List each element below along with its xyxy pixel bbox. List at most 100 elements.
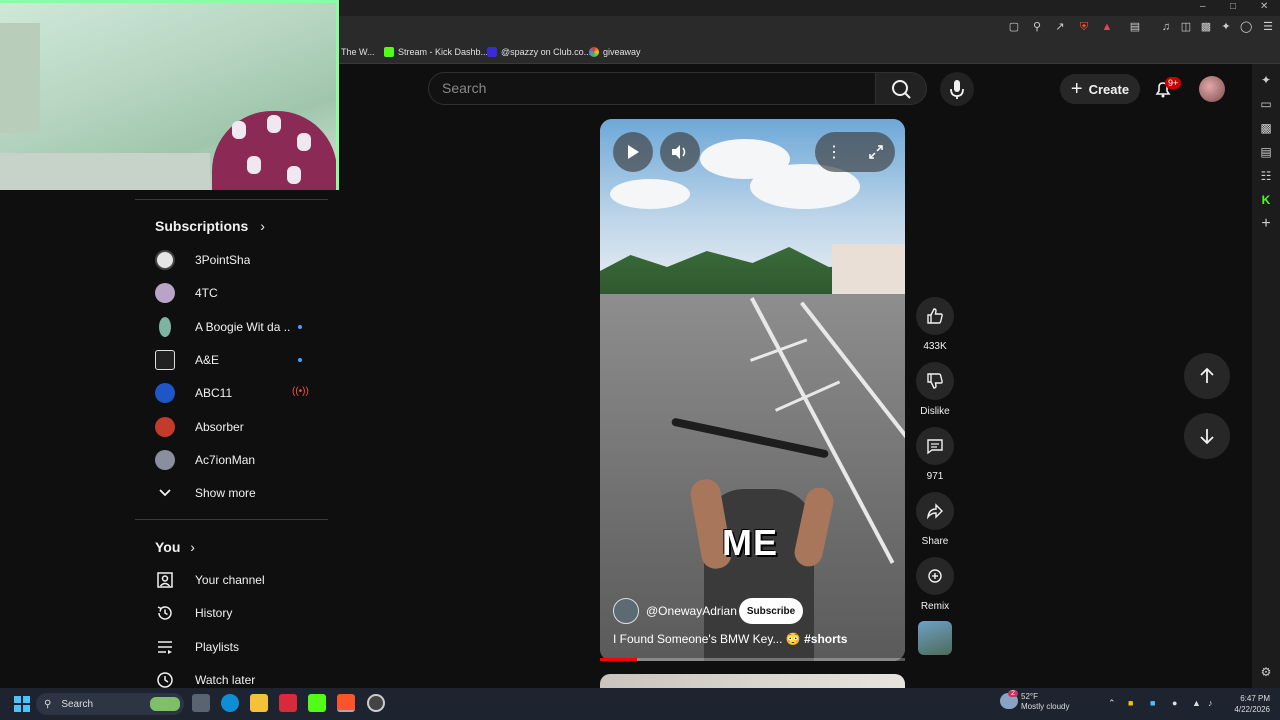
share-button[interactable] bbox=[916, 492, 954, 530]
nav-playlists[interactable]: Playlists bbox=[155, 635, 325, 659]
obs-icon[interactable] bbox=[367, 694, 385, 712]
hashtag-link[interactable]: #shorts bbox=[804, 632, 847, 646]
more-options-icon[interactable]: ⋮ bbox=[826, 142, 842, 162]
task-view-icon[interactable] bbox=[192, 694, 210, 712]
play-button[interactable] bbox=[613, 132, 653, 172]
sound-thumbnail[interactable] bbox=[918, 621, 952, 655]
taskbar-search[interactable]: ⚲ Search bbox=[36, 693, 184, 715]
leo-ai-icon[interactable]: ✦ bbox=[1258, 72, 1274, 88]
music-icon[interactable]: ♫ bbox=[1160, 21, 1172, 33]
sidebar-divider bbox=[135, 519, 328, 520]
kick-app-icon[interactable] bbox=[308, 694, 326, 712]
share-page-icon[interactable]: ↗ bbox=[1054, 21, 1066, 33]
subscription-item[interactable]: ABC11 ((•)) bbox=[155, 381, 325, 405]
bookmark-item[interactable]: The W... bbox=[341, 44, 375, 60]
short-video-player[interactable] bbox=[600, 119, 905, 661]
video-title[interactable]: I Found Someone's BMW Key... 😳 #shorts bbox=[613, 632, 847, 646]
maximize-button[interactable]: □ bbox=[1230, 1, 1236, 12]
brave-rewards-icon[interactable]: ▲ bbox=[1101, 21, 1113, 33]
progress-track[interactable] bbox=[600, 658, 905, 661]
create-button[interactable]: + Create bbox=[1060, 74, 1140, 104]
search-input[interactable] bbox=[428, 72, 876, 105]
kick-icon[interactable]: K bbox=[1258, 192, 1274, 208]
like-button[interactable] bbox=[916, 297, 954, 335]
subscribe-button[interactable]: Subscribe bbox=[739, 598, 803, 624]
weather-badge: 2 bbox=[1008, 690, 1018, 697]
minimize-button[interactable]: – bbox=[1200, 1, 1206, 12]
clock[interactable]: 6:47 PM 4/22/2026 bbox=[1226, 693, 1270, 715]
history-icon bbox=[155, 603, 175, 623]
reading-list-icon[interactable]: ☷ bbox=[1258, 168, 1274, 184]
cast-icon[interactable]: ▢ bbox=[1008, 21, 1020, 33]
plus-icon: + bbox=[1070, 78, 1083, 100]
bookmark-item[interactable]: Stream - Kick Dashb... bbox=[384, 44, 488, 60]
vpn-icon[interactable]: ◯ bbox=[1240, 21, 1252, 33]
next-short-preview[interactable] bbox=[600, 674, 905, 688]
tray-app-icon[interactable]: ■ bbox=[1150, 698, 1155, 708]
reader-icon[interactable]: ▤ bbox=[1129, 21, 1141, 33]
subscription-item[interactable]: 4TC bbox=[155, 281, 325, 305]
remix-button[interactable] bbox=[916, 557, 954, 595]
browser-sidebar: ✦ ▭ ▩ ▤ ☷ K + ⚙ bbox=[1252, 64, 1280, 688]
voice-search-button[interactable] bbox=[940, 72, 974, 106]
new-content-dot bbox=[298, 325, 302, 329]
tv-icon[interactable]: ▭ bbox=[1258, 96, 1274, 112]
account-avatar[interactable] bbox=[1199, 76, 1225, 102]
remix-label: Remix bbox=[920, 601, 950, 612]
leo-icon[interactable]: ✦ bbox=[1220, 21, 1232, 33]
sidebar-toggle-icon[interactable]: ◫ bbox=[1180, 21, 1192, 33]
dislike-button[interactable] bbox=[916, 362, 954, 400]
channel-avatar[interactable] bbox=[613, 598, 639, 624]
search-button[interactable] bbox=[875, 72, 927, 105]
tray-app-icon[interactable]: ■ bbox=[1128, 698, 1133, 708]
brave-shield-icon[interactable]: ⛨ bbox=[1078, 21, 1090, 33]
weather-widget[interactable]: 52°F Mostly cloudy bbox=[1021, 692, 1069, 712]
channel-avatar bbox=[155, 383, 175, 403]
settings-gear-icon[interactable]: ⚙ bbox=[1258, 664, 1274, 680]
channel-avatar bbox=[155, 417, 175, 437]
subscription-item[interactable]: 3PointSha bbox=[155, 248, 325, 272]
mic-tray-icon[interactable]: ● bbox=[1172, 698, 1177, 708]
previous-short-button[interactable] bbox=[1184, 353, 1230, 399]
kick-icon bbox=[384, 47, 394, 57]
menu-icon[interactable]: ☰ bbox=[1262, 21, 1274, 33]
chevron-up-icon[interactable]: ⌃ bbox=[1108, 698, 1116, 709]
next-short-button[interactable] bbox=[1184, 413, 1230, 459]
comments-button[interactable] bbox=[916, 427, 954, 465]
new-content-dot bbox=[298, 358, 302, 362]
bookmark-item[interactable]: giveaway bbox=[589, 44, 641, 60]
live-icon: ((•)) bbox=[292, 386, 309, 397]
player-controls: ⋮ bbox=[815, 132, 895, 172]
volume-button[interactable] bbox=[660, 132, 700, 172]
brave-icon[interactable] bbox=[337, 694, 355, 712]
bookmarks-icon[interactable]: ▤ bbox=[1258, 144, 1274, 160]
file-explorer-icon[interactable] bbox=[250, 694, 268, 712]
subscription-item[interactable]: Ac7ionMan bbox=[155, 448, 325, 472]
edge-icon[interactable] bbox=[221, 694, 239, 712]
channel-name[interactable]: @OnewayAdrian bbox=[646, 604, 737, 618]
subscription-item[interactable]: A&E bbox=[155, 348, 325, 372]
nav-history[interactable]: History bbox=[155, 601, 325, 625]
adobe-icon[interactable] bbox=[279, 694, 297, 712]
close-window-button[interactable]: ✕ bbox=[1260, 1, 1268, 12]
speaker-icon[interactable]: ♪ bbox=[1208, 698, 1213, 708]
nav-your-channel[interactable]: Your channel bbox=[155, 568, 325, 592]
like-count: 433K bbox=[923, 341, 947, 352]
subscription-item[interactable]: A Boogie Wit da ... bbox=[155, 315, 325, 339]
wifi-icon[interactable]: ▲ bbox=[1192, 698, 1201, 708]
fullscreen-icon[interactable] bbox=[868, 144, 884, 160]
wallet-icon[interactable]: ▩ bbox=[1200, 21, 1212, 33]
subscriptions-header[interactable]: Subscriptions › bbox=[155, 218, 265, 234]
bookmark-item[interactable]: @spazzy on Club.co... bbox=[487, 44, 591, 60]
arrow-up-icon bbox=[1200, 367, 1214, 383]
windows-start-icon[interactable] bbox=[14, 696, 30, 717]
progress-fill bbox=[600, 658, 637, 661]
zoom-icon[interactable]: ⚲ bbox=[1031, 21, 1043, 33]
add-panel-icon[interactable]: + bbox=[1258, 216, 1274, 232]
share-icon bbox=[926, 503, 943, 520]
subscription-item[interactable]: Absorber bbox=[155, 415, 325, 439]
club-icon bbox=[487, 47, 497, 57]
you-header[interactable]: You › bbox=[155, 539, 195, 555]
show-more-button[interactable]: Show more bbox=[155, 481, 325, 505]
wallet-icon[interactable]: ▩ bbox=[1258, 120, 1274, 136]
